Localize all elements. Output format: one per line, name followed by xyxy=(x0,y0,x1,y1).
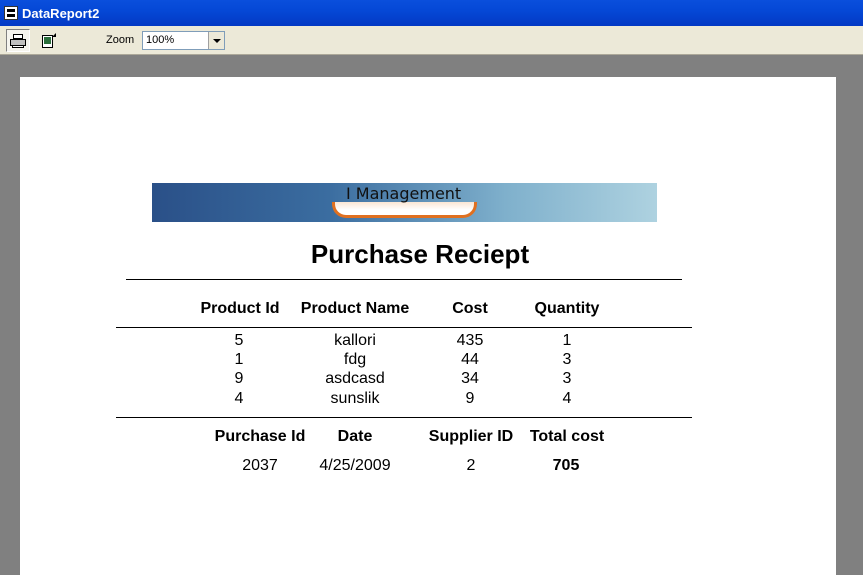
chevron-down-icon xyxy=(212,38,221,43)
cell-quantity: 3 xyxy=(562,351,572,368)
report-title: Purchase Reciept xyxy=(310,239,530,269)
summary-header-supplier-id: Supplier ID xyxy=(428,428,514,445)
window-title: DataReport2 xyxy=(22,5,100,21)
cell-cost: 435 xyxy=(456,332,484,349)
summary-header-date: Date xyxy=(337,428,373,445)
title-rule xyxy=(126,279,682,280)
col-header-product-name: Product Name xyxy=(300,300,410,317)
zoom-dropdown-button[interactable] xyxy=(208,32,224,49)
summary-header-total-cost: Total cost xyxy=(529,428,605,445)
header-rule xyxy=(116,327,692,328)
print-button[interactable] xyxy=(6,29,30,52)
cell-product-id: 1 xyxy=(234,351,244,368)
summary-total-cost: 705 xyxy=(552,457,580,474)
cell-product-id: 5 xyxy=(234,332,244,349)
cell-product-name: kallori xyxy=(334,332,376,349)
zoom-value: 100% xyxy=(146,34,175,46)
zoom-label: Zoom xyxy=(106,34,135,46)
summary-supplier-id: 2 xyxy=(466,457,476,474)
cell-product-id: 9 xyxy=(234,370,244,387)
zoom-select[interactable]: 100% xyxy=(142,31,225,50)
summary-date: 4/25/2009 xyxy=(319,457,391,474)
cell-quantity: 3 xyxy=(562,370,572,387)
cell-product-name: fdg xyxy=(343,351,367,368)
cell-product-id: 4 xyxy=(234,390,244,407)
cell-cost: 34 xyxy=(461,370,479,387)
banner-logo xyxy=(332,202,477,218)
report-page: I Management Purchase Reciept Product Id… xyxy=(20,77,836,575)
summary-header-purchase-id: Purchase Id xyxy=(214,428,306,445)
cell-quantity: 1 xyxy=(562,332,572,349)
title-bar: DataReport2 xyxy=(0,0,863,26)
cell-product-name: asdcasd xyxy=(325,370,385,387)
col-header-cost: Cost xyxy=(452,300,488,317)
banner-text: I Management xyxy=(346,184,462,203)
cell-product-name: sunslik xyxy=(330,390,380,407)
export-button[interactable] xyxy=(36,29,60,52)
report-banner: I Management xyxy=(152,183,657,222)
printer-icon xyxy=(10,33,26,48)
summary-rule xyxy=(116,417,692,418)
cell-quantity: 4 xyxy=(562,390,572,407)
col-header-product-id: Product Id xyxy=(200,300,280,317)
summary-purchase-id: 2037 xyxy=(242,457,278,474)
cell-cost: 44 xyxy=(461,351,479,368)
export-icon xyxy=(41,33,56,48)
app-icon xyxy=(4,6,18,20)
cell-cost: 9 xyxy=(465,390,475,407)
col-header-quantity: Quantity xyxy=(534,300,600,317)
